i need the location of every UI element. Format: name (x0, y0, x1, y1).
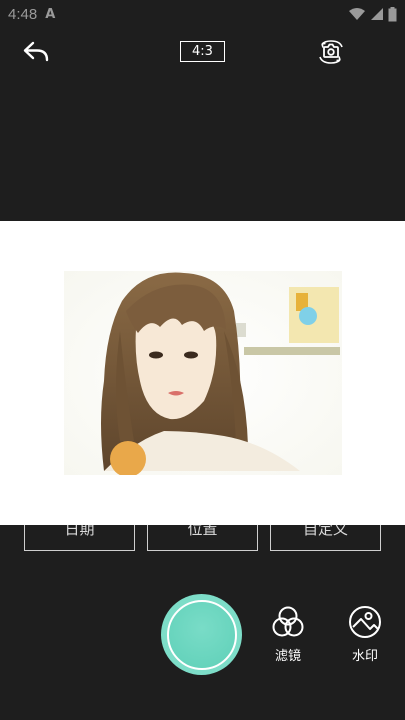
filter-icon (272, 606, 304, 637)
switch-camera-icon[interactable] (317, 38, 345, 66)
tab-date[interactable]: 日期 (24, 525, 135, 551)
status-time: 4:48 (8, 5, 38, 23)
watermark-tabs: 日期 位置 自定义 (0, 525, 405, 553)
shutter-inner-ring (166, 599, 237, 670)
tab-location-label: 位置 (187, 525, 218, 538)
watermark-image-icon (349, 606, 381, 638)
tab-location[interactable]: 位置 (147, 525, 258, 551)
signal-icon (371, 8, 383, 20)
status-icons (348, 6, 397, 22)
camera-preview[interactable] (0, 221, 405, 525)
battery-icon (388, 6, 397, 21)
watermark-label: 水印 (351, 649, 378, 664)
tab-date-label: 日期 (64, 525, 95, 538)
filter-button[interactable]: 滤镜 (263, 605, 313, 664)
watermark-button[interactable]: 水印 (340, 605, 390, 664)
preview-photo (64, 271, 342, 475)
top-bar: 4:3 (0, 36, 405, 68)
filter-label: 滤镜 (274, 649, 301, 664)
shutter-button[interactable] (161, 594, 242, 675)
wifi-icon (349, 8, 365, 20)
status-notification-indicator: A (45, 6, 56, 22)
status-bar: 4:48 A (0, 0, 405, 28)
tab-custom[interactable]: 自定义 (270, 525, 381, 551)
aspect-ratio-button[interactable]: 4:3 (180, 41, 225, 62)
back-arrow-icon[interactable] (22, 38, 50, 66)
tab-custom-label: 自定义 (302, 525, 348, 538)
